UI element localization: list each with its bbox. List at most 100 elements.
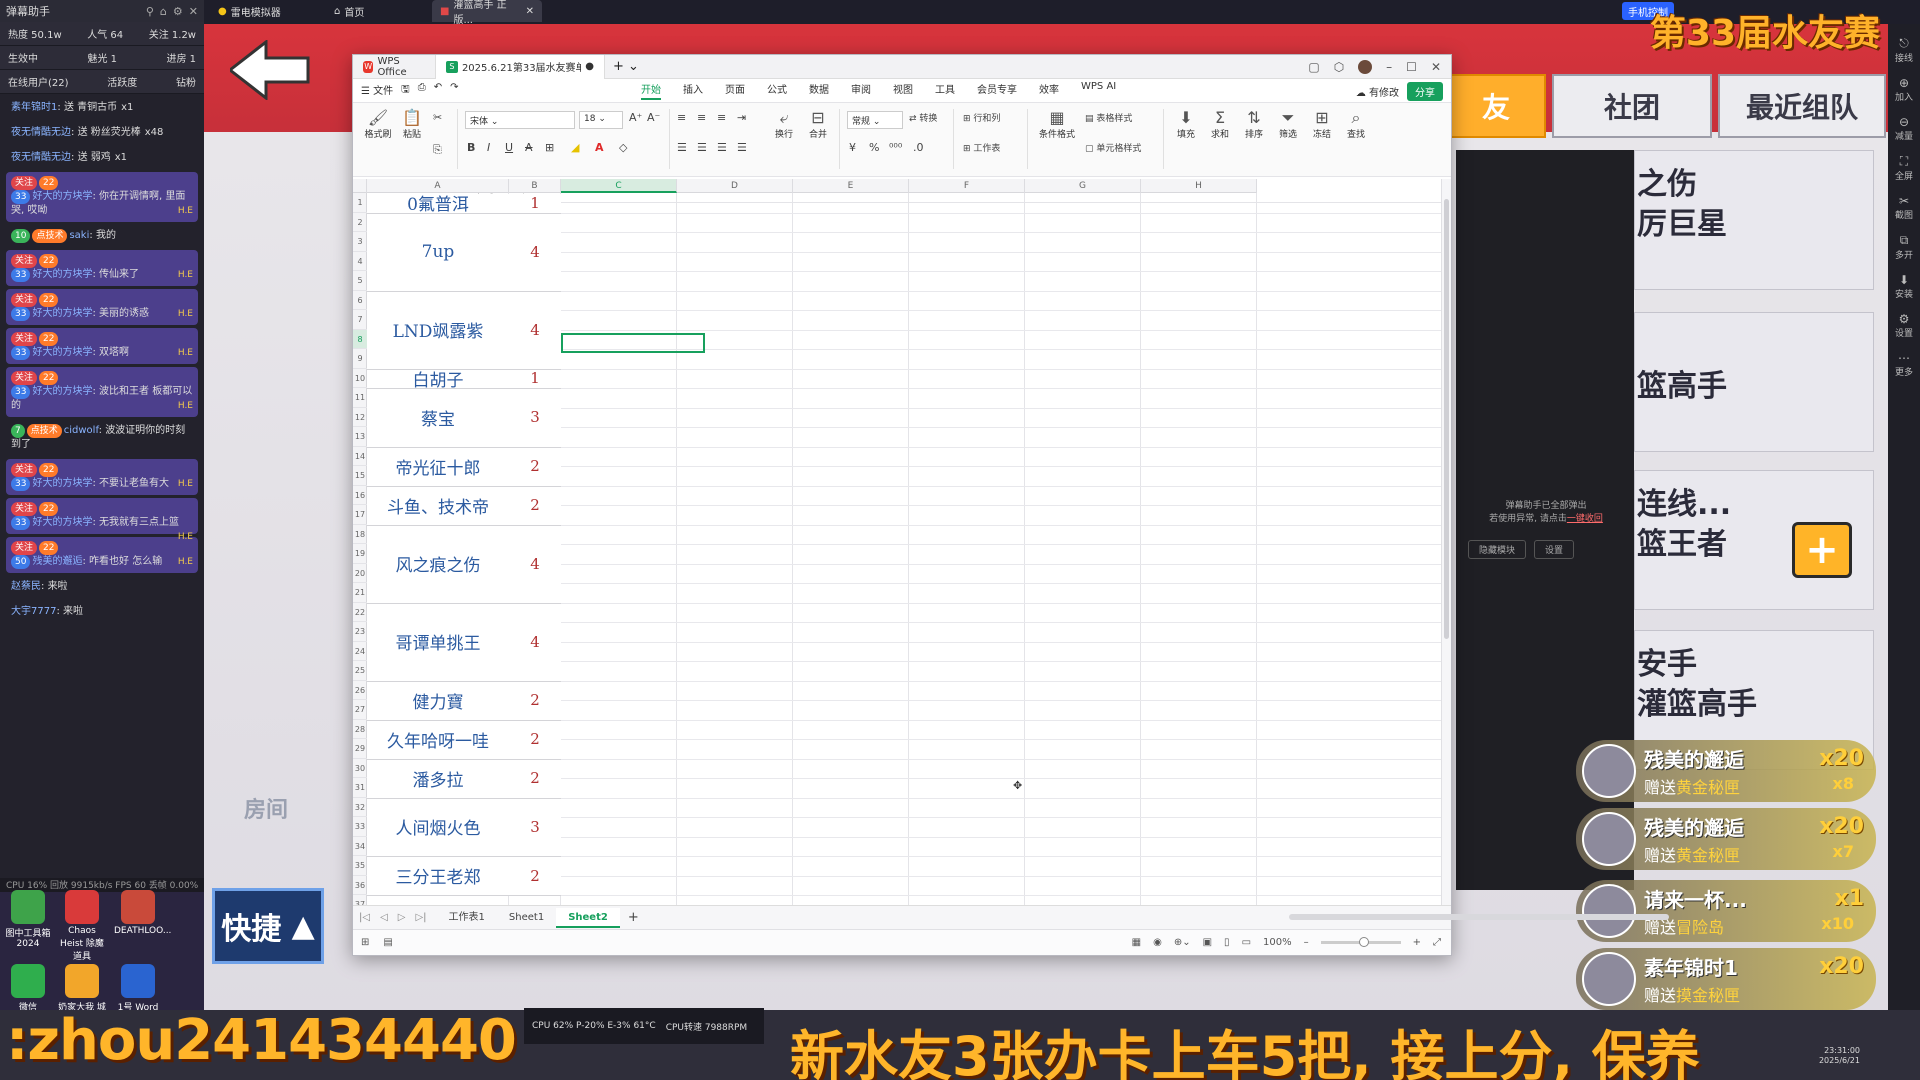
row-header[interactable]: 37 [353,895,367,905]
danmu-message[interactable]: 赵蔡民: 来啦 [6,576,198,598]
fans-tab[interactable]: 钻粉 [176,74,196,89]
toolbar-item[interactable]: ⚙ 设置 [1888,312,1920,339]
row-header[interactable]: 18 [353,525,367,544]
danmu-message[interactable]: 素年锦时1: 送 青铜古币 x1 [6,97,198,119]
percent-icon[interactable]: % [869,141,879,154]
message-user[interactable]: 好大的方块学 [32,386,92,397]
justify-icon[interactable]: ☰ [737,141,747,154]
count-cell[interactable]: 2 [509,856,561,895]
row-header[interactable]: 10 [353,369,367,388]
thousands-icon[interactable]: ⁰⁰⁰ [889,141,902,154]
column-header[interactable]: B [509,179,561,193]
sheet-tab[interactable]: Sheet2 [556,907,620,928]
changes-indicator[interactable]: ☁ 有修改 [1356,84,1399,99]
desktop-icon[interactable]: 图中工具箱2024 [4,890,52,949]
message-user[interactable]: 好大的方块学 [32,517,92,528]
avatar[interactable] [1358,59,1373,74]
row-header[interactable]: 25 [353,661,367,681]
page-icon[interactable]: ▤ [383,937,392,948]
fullscreen-icon[interactable]: ⤢ [1433,937,1441,948]
count-cell[interactable]: 2 [509,681,561,720]
count-cell[interactable]: 2 [509,447,561,486]
row-header[interactable]: 20 [353,564,367,583]
row-header[interactable]: 3 [353,232,367,252]
pin-icon[interactable]: ⚲ [146,5,154,18]
column-header[interactable]: F [909,179,1025,193]
prev-sheet-icon[interactable]: ◁ [380,912,388,923]
font-family-select[interactable]: 宋体 ⌄ [465,111,575,129]
minimize-icon[interactable]: – [1386,60,1392,74]
row-header[interactable]: 24 [353,642,367,661]
count-cell[interactable]: 2 [509,486,561,525]
cell-style-button[interactable]: ▢ 单元格样式 [1085,141,1141,154]
row-header[interactable]: 2 [353,213,367,232]
row-header[interactable]: 28 [353,720,367,739]
next-sheet-icon[interactable]: ▷ [398,912,406,923]
row-header[interactable]: 14 [353,447,367,466]
fill-color-icon[interactable]: ◢ [571,141,579,154]
zoom-level[interactable]: 100% [1263,937,1292,948]
message-user[interactable]: cidwolf [64,425,99,436]
count-cell[interactable]: 4 [509,291,561,369]
toolbar-item[interactable]: ⊖ 减量 [1888,115,1920,142]
scrollbar-thumb[interactable] [1444,199,1449,639]
danmu-message[interactable]: 关注 22 50 残美的邂逅: 咋看也好 怎么输 H.E [6,537,198,573]
strikethrough-icon[interactable]: A [525,141,533,154]
message-user[interactable]: 夜无情酷无边 [11,127,71,138]
menu-item[interactable]: 视图 [893,81,913,100]
sheet-tab[interactable]: Sheet1 [497,908,556,928]
danmu-message[interactable]: 夜无情酷无边: 送 弱鸡 x1 [6,147,198,169]
new-tab-icon[interactable]: + ⌄ [605,59,647,74]
overlay-settings-button[interactable]: 设置 [1534,540,1575,559]
friend-tab[interactable]: 友 [1446,74,1546,138]
toolbar-item[interactable]: ⎋ 接线 [1888,36,1920,64]
normal-view-icon[interactable]: ▣ [1203,937,1212,948]
copy-icon[interactable]: ⎘ [433,143,442,157]
row-header[interactable]: 30 [353,759,367,778]
row-header[interactable]: 36 [353,876,367,895]
back-arrow-icon[interactable] [230,40,310,100]
name-cell[interactable]: 斗鱼、技术帝 [367,486,509,525]
message-user[interactable]: 残美的邂逅 [32,556,82,567]
player-card[interactable]: 篮高手 [1634,312,1874,452]
align-center-icon[interactable]: ☰ [697,141,707,154]
count-cell[interactable]: 2 [509,720,561,759]
close-icon[interactable]: ✕ [1431,60,1441,74]
menu-item[interactable]: 开始 [641,81,661,100]
shrink-font-icon[interactable]: A⁻ [647,111,660,124]
name-cell[interactable]: 潘多拉 [367,759,509,798]
number-format-select[interactable]: 常规 ⌄ [847,111,903,129]
row-header[interactable]: 27 [353,700,367,720]
name-cell[interactable]: 蔡宝 [367,388,509,447]
column-header[interactable]: C [561,179,677,193]
count-cell[interactable]: 4 [509,213,561,291]
currency-icon[interactable]: ¥ [849,141,856,154]
danmu-message[interactable]: 10 点技术 saki: 我的 [6,225,198,247]
row-header[interactable]: 21 [353,583,367,603]
row-header[interactable]: 5 [353,271,367,291]
count-cell[interactable]: 1 [509,193,561,213]
cut-icon[interactable]: ✂ [433,111,442,124]
message-user[interactable]: saki [69,230,89,241]
sum-button[interactable]: Σ 求和 [1205,109,1235,141]
name-cell[interactable]: 哥谭单挑王 [367,603,509,681]
row-header[interactable]: 15 [353,466,367,486]
toolbar-item[interactable]: ⧉ 多开 [1888,233,1920,261]
align-right-icon[interactable]: ☰ [717,141,727,154]
zoom-slider-knob[interactable] [1358,937,1369,947]
online-users-tab[interactable]: 在线用户(22) [8,74,69,89]
horizontal-scrollbar[interactable] [1288,913,1669,920]
menu-item[interactable]: 会员专享 [977,81,1017,100]
menu-item[interactable]: 效率 [1039,81,1059,100]
desktop-icon[interactable]: DEATHLOO... [114,890,171,936]
recall-link[interactable]: 一键收回 [1567,514,1603,524]
message-user[interactable]: 好大的方块学 [32,347,92,358]
zoom-slider[interactable] [1320,937,1401,947]
selected-cell[interactable] [561,333,705,353]
align-bottom-icon[interactable]: ≡ [717,111,726,124]
name-cell[interactable]: 帝光征十郎 [367,447,509,486]
name-cell[interactable]: 久年哈呀一哇 [367,720,509,759]
name-cell[interactable]: LND飒露紫 [367,291,509,369]
align-left-icon[interactable]: ☰ [677,141,687,154]
close-icon[interactable]: ✕ [189,5,198,18]
